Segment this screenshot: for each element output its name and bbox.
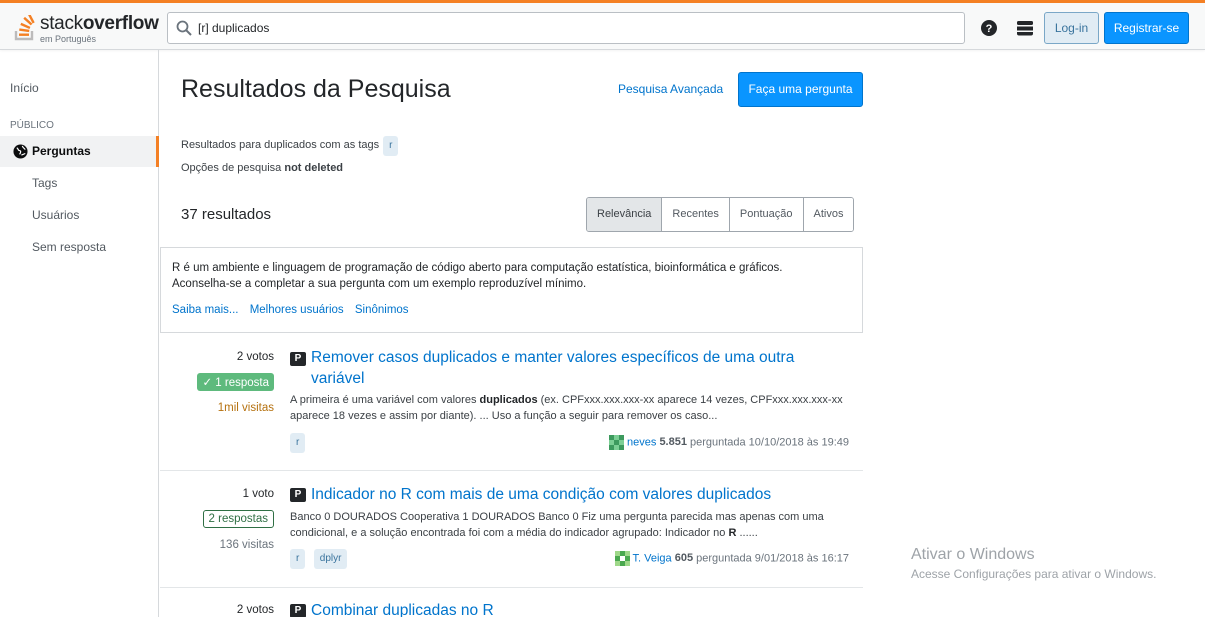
tag-r[interactable]: r <box>290 433 306 453</box>
tag-wiki-text: R é um ambiente e linguagem de programaç… <box>172 262 783 290</box>
user-name-link[interactable]: neves <box>627 436 656 448</box>
question-stats: 2 votos <box>160 588 274 617</box>
question-stats: 2 votos ✓ 1 resposta 1mil visitas <box>160 335 274 435</box>
results-count: 37 resultados <box>181 206 272 223</box>
user-card: T. Veiga 605 perguntada 9/01/2018 às 16:1… <box>614 551 849 566</box>
question-tags: r dplyr <box>290 548 351 569</box>
ask-question-button[interactable]: Faça uma pergunta <box>738 72 863 107</box>
question-excerpt: A primeira é uma variável com valores du… <box>290 394 843 422</box>
vote-count: 1 voto <box>242 488 274 500</box>
filter-recentes[interactable]: Recentes <box>661 198 729 231</box>
answer-count-accepted: ✓ 1 resposta <box>197 373 274 391</box>
question-type-icon: P <box>290 352 306 366</box>
question-tags: r <box>290 432 309 453</box>
user-card: neves 5.851 perguntada 10/10/2018 às 19:4… <box>609 435 849 450</box>
question-summary: 2 votos ✓ 1 resposta 1mil visitas P Remo… <box>160 335 863 471</box>
view-count: 1mil visitas <box>217 402 274 414</box>
results-for-line: Resultados para duplicados com as tags r <box>181 136 399 156</box>
filter-ativos[interactable]: Ativos <box>802 198 854 231</box>
search-options-line: Opções de pesquisa not deleted <box>181 162 344 174</box>
top-users-link[interactable]: Melhores usuários <box>250 304 344 316</box>
logo-subtitle: em Português <box>40 34 97 44</box>
sidebar-item-perguntas[interactable]: Perguntas <box>0 136 159 167</box>
search-input[interactable] <box>198 18 938 38</box>
search-icon <box>176 20 192 36</box>
user-name-link[interactable]: T. Veiga <box>633 552 672 564</box>
filter-pontuacao[interactable]: Pontuação <box>728 198 803 231</box>
question-type-icon: P <box>290 604 306 617</box>
question-summary: 2 votos P Combinar duplicadas no R <box>160 588 863 617</box>
svg-text:?: ? <box>986 23 993 35</box>
left-sidebar: Início PÚBLICO Perguntas Tags Usuários S… <box>0 50 159 617</box>
logo-wordmark: stackoverflow <box>40 13 159 34</box>
search-tag-r[interactable]: r <box>383 136 399 156</box>
question-title-link[interactable]: Remover casos duplicados e manter valore… <box>311 347 841 389</box>
search-box[interactable] <box>167 12 965 44</box>
avatar[interactable] <box>609 435 625 450</box>
avatar[interactable] <box>614 551 630 566</box>
tag-wiki-links: Saiba mais... Melhores usuários Sinônimo… <box>172 304 417 316</box>
stack-logo-icon <box>14 15 35 41</box>
login-button[interactable]: Log-in <box>1044 12 1099 44</box>
asked-time: perguntada 10/10/2018 às 19:49 <box>689 436 849 449</box>
sidebar-item-usuarios[interactable]: Usuários <box>32 208 79 222</box>
top-bar: stackoverflow em Português ? Log-in Regi… <box>0 3 1205 50</box>
question-summary: 1 voto 2 respostas 136 visitas P Indicad… <box>160 471 863 588</box>
question-stats: 1 voto 2 respostas 136 visitas <box>160 471 274 571</box>
learn-more-link[interactable]: Saiba mais... <box>172 304 238 316</box>
sidebar-section-publico: PÚBLICO <box>10 120 54 131</box>
site-logo[interactable]: stackoverflow em Português <box>10 9 160 47</box>
tag-r[interactable]: r <box>290 549 306 569</box>
vote-count: 2 votos <box>236 351 274 363</box>
sidebar-item-inicio[interactable]: Início <box>10 81 39 95</box>
filter-relevancia[interactable]: Relevância <box>587 198 662 231</box>
windows-activation-watermark: Ativar o Windows Acesse Configurações pa… <box>911 546 1157 581</box>
sidebar-item-label: Perguntas <box>32 144 91 158</box>
user-reputation: 605 <box>674 552 694 565</box>
help-icon[interactable]: ? <box>980 19 998 37</box>
register-button[interactable]: Registrar-se <box>1104 12 1189 44</box>
sidebar-item-sem-resposta[interactable]: Sem resposta <box>32 240 106 254</box>
question-type-icon: P <box>290 488 306 502</box>
page-title: Resultados da Pesquisa <box>181 75 451 103</box>
asked-time: perguntada 9/01/2018 às 16:17 <box>696 552 849 565</box>
tag-dplyr[interactable]: dplyr <box>313 549 348 569</box>
question-title-link[interactable]: Combinar duplicadas no R <box>311 600 841 617</box>
stack-exchange-icon[interactable] <box>1016 19 1034 37</box>
view-count: 136 visitas <box>219 539 274 551</box>
tag-wiki-box: R é um ambiente e linguagem de programaç… <box>160 247 863 333</box>
question-excerpt: Banco 0 DOURADOS Cooperativa 1 DOURADOS … <box>290 511 824 539</box>
globe-icon <box>13 144 28 159</box>
sidebar-item-tags[interactable]: Tags <box>32 176 57 190</box>
advanced-search-link[interactable]: Pesquisa Avançada <box>618 82 723 96</box>
vote-count: 2 votos <box>236 604 274 616</box>
synonyms-link[interactable]: Sinônimos <box>355 304 409 316</box>
main-content: Resultados da Pesquisa Pesquisa Avançada… <box>160 50 880 617</box>
sort-filter-group: Relevância Recentes Pontuação Ativos <box>586 197 855 232</box>
answer-count: 2 respostas <box>202 510 274 528</box>
question-title-link[interactable]: Indicador no R com mais de uma condição … <box>311 484 841 505</box>
user-reputation: 5.851 <box>659 436 687 449</box>
